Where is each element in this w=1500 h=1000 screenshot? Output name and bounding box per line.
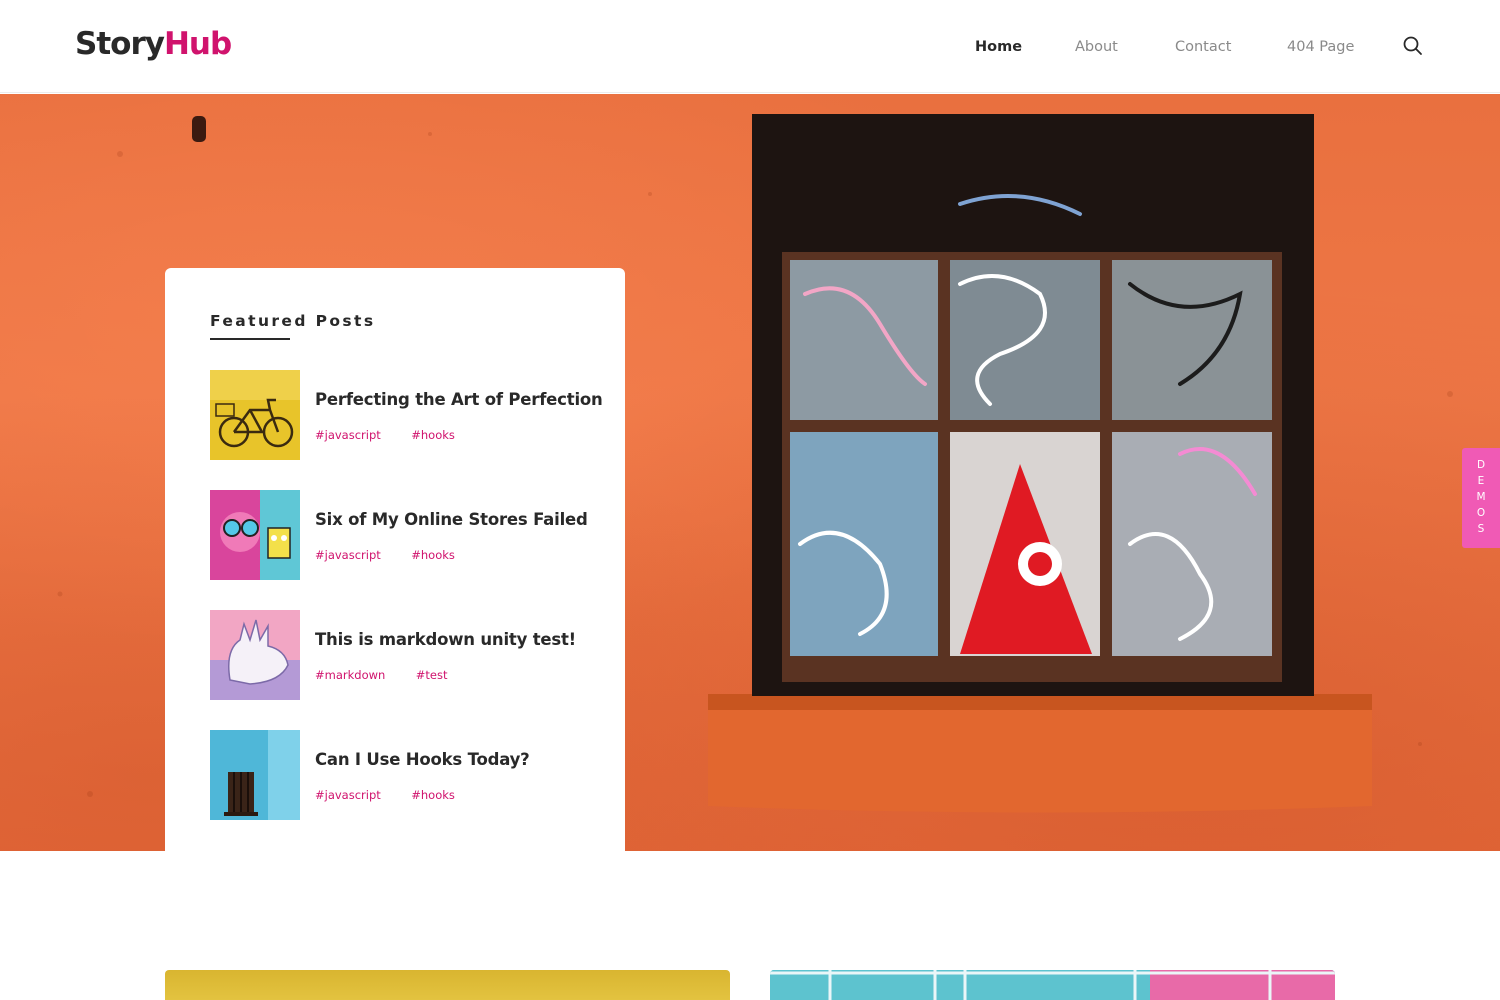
nav-about[interactable]: About xyxy=(1075,36,1118,58)
featured-post[interactable]: This is markdown unity test! #markdown #… xyxy=(210,610,590,700)
tag-link[interactable]: #javascript xyxy=(315,788,381,802)
post-tags: #javascript #hooks xyxy=(315,546,481,564)
post-thumbnail-bicycle[interactable] xyxy=(210,370,300,460)
post-title[interactable]: Six of My Online Stores Failed xyxy=(315,510,588,529)
site-header: StoryHub Home About Contact 404 Page xyxy=(0,0,1500,93)
demos-label: D E M O S xyxy=(1476,459,1486,535)
tag-link[interactable]: #javascript xyxy=(315,548,381,562)
post-thumbnail-blue-wall[interactable] xyxy=(210,730,300,820)
heading-underline xyxy=(210,338,290,340)
nav-404-page[interactable]: 404 Page xyxy=(1287,36,1354,58)
post-title[interactable]: This is markdown unity test! xyxy=(315,630,576,649)
nav-home[interactable]: Home xyxy=(975,36,1022,58)
main-nav: Home About Contact 404 Page xyxy=(0,36,1500,58)
post-tags: #javascript #hooks xyxy=(315,426,481,444)
post-tags: #javascript #hooks xyxy=(315,786,481,804)
demos-tab-button[interactable]: D E M O S xyxy=(1462,448,1500,548)
tag-link[interactable]: #hooks xyxy=(411,548,455,562)
tag-link[interactable]: #javascript xyxy=(315,428,381,442)
tag-link[interactable]: #hooks xyxy=(411,788,455,802)
featured-posts-card: Featured Posts Perfecting the Art of Per… xyxy=(165,268,625,851)
tag-link[interactable]: #markdown xyxy=(315,668,385,682)
hero-banner: Featured Posts Perfecting the Art of Per… xyxy=(0,94,1500,851)
nav-contact[interactable]: Contact xyxy=(1175,36,1231,58)
featured-posts-heading: Featured Posts xyxy=(210,312,376,330)
post-thumbnail-graffiti[interactable] xyxy=(210,490,300,580)
post-card-image[interactable] xyxy=(165,970,730,1000)
featured-post[interactable]: Perfecting the Art of Perfection #javasc… xyxy=(210,370,603,460)
post-card-image[interactable] xyxy=(770,970,1335,1000)
search-icon[interactable] xyxy=(1402,35,1424,57)
featured-post[interactable]: Can I Use Hooks Today? #javascript #hook… xyxy=(210,730,590,820)
featured-post[interactable]: Six of My Online Stores Failed #javascri… xyxy=(210,490,590,580)
post-title[interactable]: Can I Use Hooks Today? xyxy=(315,750,530,769)
post-tags: #markdown #test xyxy=(315,666,474,684)
tag-link[interactable]: #test xyxy=(416,668,448,682)
post-thumbnail-glove[interactable] xyxy=(210,610,300,700)
post-title[interactable]: Perfecting the Art of Perfection xyxy=(315,390,603,409)
tag-link[interactable]: #hooks xyxy=(411,428,455,442)
